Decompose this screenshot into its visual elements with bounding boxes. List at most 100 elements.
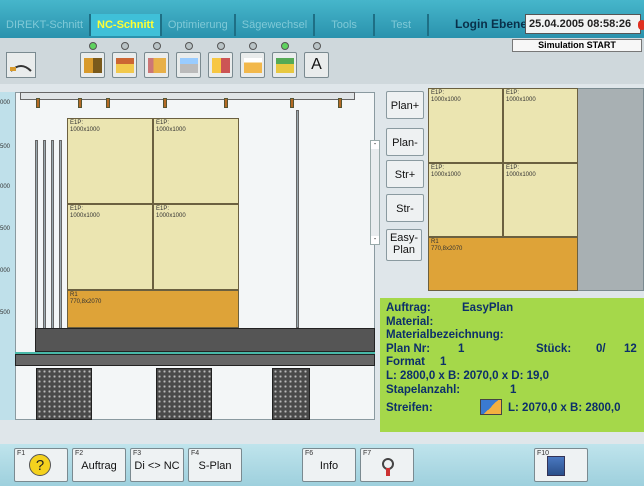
tab-bar: DIREKT-Schnitt NC-Schnitt Optimierung Sä… bbox=[0, 14, 430, 36]
help-button[interactable]: F1? bbox=[14, 448, 68, 482]
letter-a-button[interactable]: A bbox=[304, 42, 329, 78]
panel-part[interactable]: E1P: 1000x1000 bbox=[67, 118, 153, 204]
easy-plan-button[interactable]: Easy-Plan bbox=[386, 229, 422, 261]
order-info-panel: Auftrag: EasyPlan Material: Materialbezei… bbox=[380, 298, 644, 432]
table-button[interactable] bbox=[208, 42, 233, 78]
tab-tools[interactable]: Tools bbox=[315, 14, 375, 36]
datetime-display: 25.04.2005 08:58:26 bbox=[525, 14, 641, 34]
stueck-label: Stück: bbox=[536, 342, 572, 355]
part-label: E1P: bbox=[431, 90, 445, 96]
tab-saegewechsel[interactable]: Sägewechsel bbox=[236, 14, 316, 36]
pusher-rail bbox=[20, 92, 355, 100]
gripper-icon bbox=[338, 98, 342, 108]
auftrag-button[interactable]: F2 Auftrag bbox=[72, 448, 126, 482]
part-label: E1P: bbox=[506, 90, 520, 96]
help-icon: ? bbox=[29, 454, 51, 476]
format-label: Format bbox=[386, 356, 425, 369]
strip-rotate-icon[interactable] bbox=[480, 399, 502, 416]
exit-button[interactable]: F10 bbox=[534, 448, 588, 482]
axis-tick: 500 bbox=[0, 144, 11, 150]
part-label: R1 bbox=[431, 239, 439, 245]
settings-tool-icon bbox=[382, 458, 394, 476]
support-post bbox=[35, 140, 38, 330]
panel-part[interactable]: E1P: 1000x1000 bbox=[503, 88, 578, 163]
material-label: Material: bbox=[386, 315, 434, 328]
strip-minus-button[interactable]: Str- bbox=[386, 194, 424, 222]
streifen-label: Streifen: bbox=[386, 402, 433, 415]
saw-layout-button[interactable] bbox=[80, 42, 105, 78]
simulation-start-button[interactable]: Simulation START bbox=[512, 39, 642, 52]
direkt-nc-toggle-button[interactable]: F3 Di <> NC bbox=[130, 448, 184, 482]
part-size: 1000x1000 bbox=[431, 97, 461, 103]
remnant-strip[interactable]: R1 770,8x2070 bbox=[428, 237, 578, 291]
stapelanzahl-value: 1 bbox=[510, 383, 517, 396]
fkey-number: F2 bbox=[75, 450, 84, 457]
part-label: E1P: bbox=[70, 206, 84, 212]
part-size: 1000x1000 bbox=[431, 172, 461, 178]
panel-part[interactable]: E1P: 1000x1000 bbox=[428, 88, 503, 163]
part-size: 1000x1000 bbox=[156, 213, 186, 219]
support-post bbox=[296, 110, 299, 328]
status-led-icon bbox=[313, 42, 321, 50]
panel-part[interactable]: E1P: 1000x1000 bbox=[428, 163, 503, 237]
part-label: E1P: bbox=[506, 165, 520, 171]
air-table bbox=[272, 368, 310, 420]
plan-scrollbar[interactable]: - - bbox=[370, 140, 380, 245]
y-axis: 000 500 000 500 000 500 bbox=[0, 92, 15, 420]
panel-part[interactable]: E1P: 1000x1000 bbox=[153, 118, 239, 204]
stueck-value: 0/ bbox=[596, 342, 606, 355]
saw-blade-button[interactable] bbox=[6, 52, 36, 78]
air-table bbox=[156, 368, 212, 420]
machine-settings-button[interactable]: F7 bbox=[360, 448, 414, 482]
air-table bbox=[36, 368, 92, 420]
stack-button[interactable] bbox=[112, 42, 137, 78]
part-label: E1P: bbox=[70, 120, 84, 126]
panel-part[interactable]: E1P: 1000x1000 bbox=[67, 204, 153, 290]
status-led-icon bbox=[121, 42, 129, 50]
stack-icon bbox=[116, 58, 134, 73]
top-bar: DIREKT-Schnitt NC-Schnitt Optimierung Sä… bbox=[0, 0, 644, 38]
tab-nc-schnitt[interactable]: NC-Schnitt bbox=[91, 14, 162, 36]
plan-minus-button[interactable]: Plan- bbox=[386, 128, 424, 156]
part-label: R1 bbox=[70, 292, 78, 298]
remnant-strip[interactable]: R1 770,8x2070 bbox=[67, 290, 239, 328]
support-post bbox=[43, 140, 46, 330]
gripper-icon bbox=[36, 98, 40, 108]
fkey-label: Auftrag bbox=[81, 460, 117, 472]
cleaning-button[interactable] bbox=[176, 42, 201, 78]
status-led-icon bbox=[153, 42, 161, 50]
status-led-icon bbox=[185, 42, 193, 50]
transfer-button[interactable] bbox=[144, 42, 169, 78]
auftrag-value: EasyPlan bbox=[462, 302, 514, 314]
panel-part[interactable]: E1P: 1000x1000 bbox=[153, 204, 239, 290]
stack-up-icon bbox=[276, 58, 294, 73]
printer-button[interactable] bbox=[240, 42, 265, 78]
info-button[interactable]: F6 Info bbox=[302, 448, 356, 482]
status-led-icon bbox=[217, 42, 225, 50]
scroll-up-button[interactable]: - bbox=[371, 141, 379, 149]
panel-part[interactable]: E1P: 1000x1000 bbox=[503, 163, 578, 237]
cleaning-icon bbox=[180, 58, 198, 73]
tab-direkt-schnitt[interactable]: DIREKT-Schnitt bbox=[0, 14, 92, 36]
s-plan-button[interactable]: F4 S-Plan bbox=[188, 448, 242, 482]
stueck-total: 12 bbox=[624, 342, 637, 355]
scroll-down-button[interactable]: - bbox=[371, 236, 379, 244]
stack-up-button[interactable] bbox=[272, 42, 297, 78]
fkey-number: F6 bbox=[305, 450, 314, 457]
materialbezeichnung-label: Materialbezeichnung: bbox=[386, 329, 504, 342]
strip-plus-button[interactable]: Str+ bbox=[386, 160, 424, 188]
saw-blade-icon bbox=[10, 65, 32, 72]
login-level: Login Ebene1 bbox=[455, 17, 534, 31]
saw-layout-icon bbox=[84, 58, 102, 73]
auftrag-label: Auftrag: bbox=[386, 302, 431, 314]
part-size: 1000x1000 bbox=[70, 213, 100, 219]
fkey-label: Info bbox=[319, 460, 339, 472]
part-label: E1P: bbox=[431, 165, 445, 171]
fkey-number: F4 bbox=[191, 450, 200, 457]
tab-test[interactable]: Test bbox=[375, 14, 430, 36]
tab-optimierung[interactable]: Optimierung bbox=[162, 14, 236, 36]
plan-nr-label: Plan Nr: bbox=[386, 342, 431, 355]
gripper-icon bbox=[224, 98, 228, 108]
fkey-number: F7 bbox=[363, 450, 372, 457]
plan-plus-button[interactable]: Plan+ bbox=[386, 91, 424, 119]
